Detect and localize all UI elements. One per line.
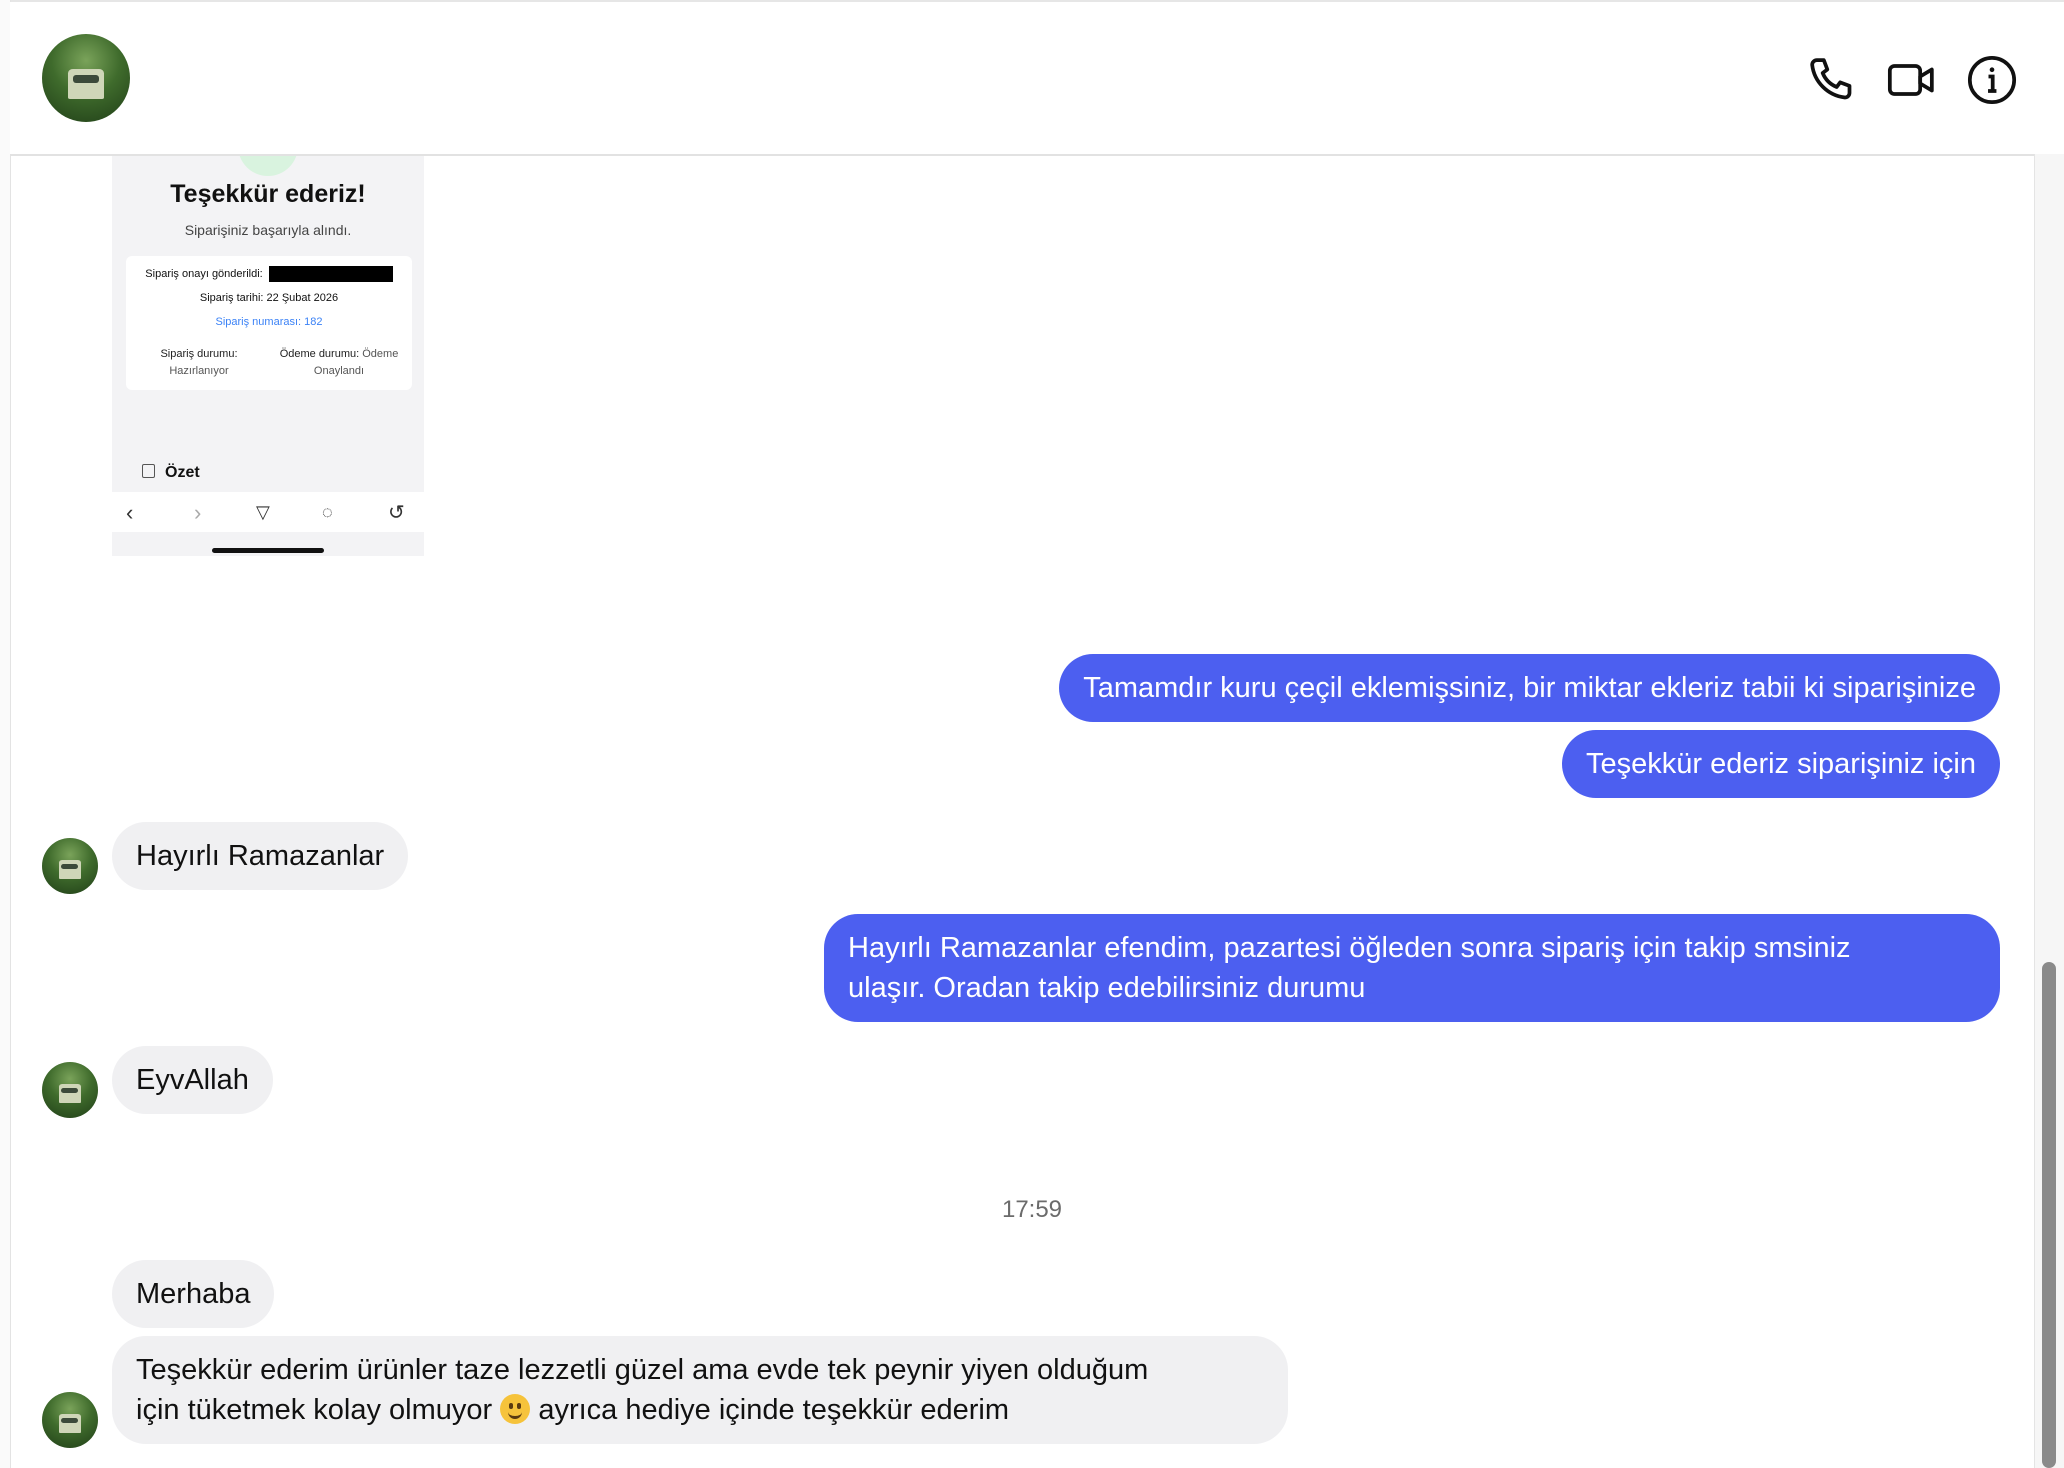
contact-avatar-small[interactable] — [42, 1062, 98, 1118]
order-number: Sipariş numarası: 182 — [215, 316, 323, 328]
order-status: Sipariş durumu: Hazırlanıyor — [160, 348, 238, 377]
home-indicator — [212, 548, 324, 553]
scrollbar-thumb[interactable] — [2042, 962, 2056, 1468]
video-camera-icon[interactable] — [1884, 52, 1940, 108]
info-icon[interactable] — [1964, 52, 2020, 108]
outgoing-message[interactable]: Tamamdır kuru çeçil eklemişsiniz, bir mi… — [1059, 654, 2000, 722]
left-panel-edge — [0, 0, 11, 1468]
thank-you-title: Teşekkür ederiz! — [170, 180, 366, 208]
chat-header — [10, 2, 2064, 156]
incoming-message[interactable]: Hayırlı Ramazanlar — [112, 822, 409, 890]
shared-order-screenshot[interactable]: Teşekkür ederiz! Siparişiniz başarıyla a… — [112, 156, 424, 556]
forward-icon: › — [194, 500, 202, 525]
success-badge — [238, 156, 298, 176]
incoming-message[interactable]: Teşekkür ederim ürünler taze lezzetli gü… — [112, 1336, 1288, 1444]
back-icon: ‹ — [126, 500, 134, 525]
order-received-text: Siparişiniz başarıyla alındı. — [184, 222, 352, 238]
speed-icon: ◌ — [322, 502, 333, 522]
reload-icon: ↺ — [388, 502, 405, 524]
smiley-emoji-icon — [500, 1394, 531, 1424]
browser-nav-bar: ‹ › ▽ ◌ ↺ — [112, 492, 424, 532]
contact-avatar[interactable] — [42, 34, 130, 122]
order-details-card: Sipariş onayı gönderildi: Sipariş tarihi… — [126, 256, 412, 390]
order-date: Sipariş tarihi: 22 Şubat 2026 — [199, 292, 339, 304]
contact-avatar-small[interactable] — [42, 838, 98, 894]
share-icon: ▽ — [256, 502, 270, 522]
contact-avatar-small[interactable] — [42, 1392, 98, 1448]
outgoing-message[interactable]: Hayırlı Ramazanlar efendim, pazartesi öğ… — [824, 914, 2000, 1022]
message-timestamp: 17:59 — [1001, 1196, 1063, 1223]
outgoing-message[interactable]: Teşekkür ederiz siparişiniz için — [1561, 730, 2000, 798]
confirmation-line: Sipariş onayı gönderildi: — [126, 266, 412, 282]
incoming-message[interactable]: EyvAllah — [112, 1046, 273, 1114]
redacted-email — [268, 266, 393, 282]
phone-icon[interactable] — [1804, 52, 1860, 108]
payment-status: Ödeme durumu: Ödeme Onaylandı — [279, 348, 399, 377]
incoming-message[interactable]: Merhaba — [112, 1260, 275, 1328]
shopping-bag-icon — [142, 464, 155, 478]
summary-section: Özet — [142, 464, 200, 482]
